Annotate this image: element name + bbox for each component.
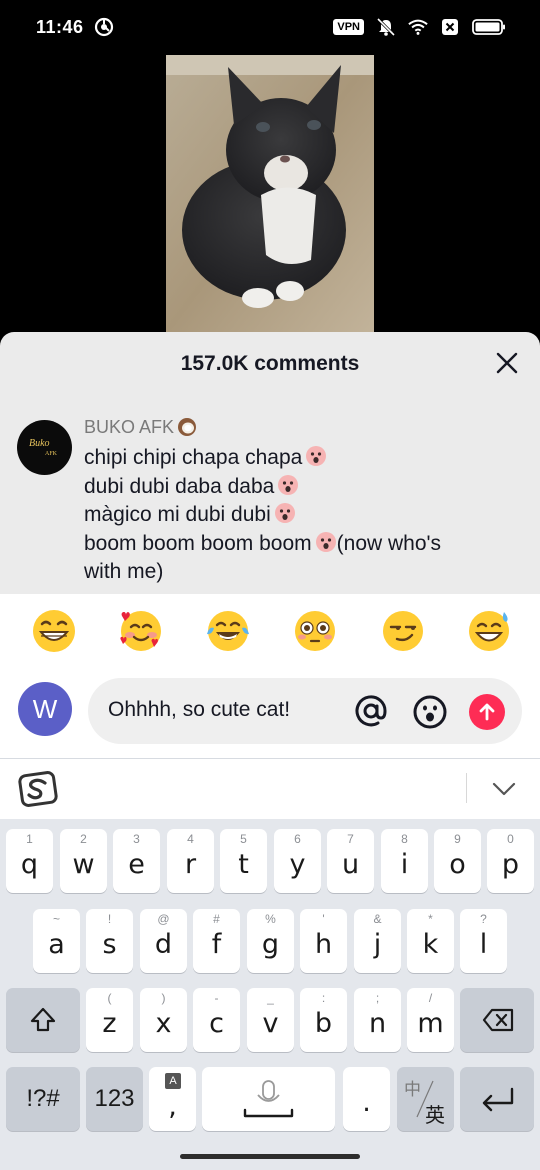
battery-icon: [472, 19, 505, 35]
key-x[interactable]: ) x: [140, 988, 187, 1052]
grinning-emoji-button[interactable]: [31, 608, 77, 654]
comment-author[interactable]: BUKO AFK: [84, 416, 198, 438]
key-f[interactable]: # f: [193, 909, 240, 973]
comment-author-name: BUKO AFK: [84, 416, 175, 437]
status-time: 11:46: [36, 17, 84, 37]
tears-of-joy-emoji-button[interactable]: [205, 608, 251, 654]
key-t[interactable]: 5t: [220, 829, 267, 893]
comment-composer: W Ohhhh, so cute cat!: [0, 594, 540, 758]
comment-line: with me): [84, 560, 164, 584]
surprised-face-icon: [306, 446, 327, 466]
comment-text: chipi chipi chapa chapa dubi dubi daba d…: [84, 444, 514, 587]
key-m[interactable]: / m: [407, 988, 454, 1052]
key-r[interactable]: 4r: [167, 829, 214, 893]
key-n[interactable]: ; n: [354, 988, 401, 1052]
status-icons: VPN: [333, 18, 506, 36]
key-e[interactable]: 3e: [113, 829, 160, 893]
language-switch-key[interactable]: 中 英: [397, 1067, 454, 1131]
comment-input-value[interactable]: Ohhhh, so cute cat!: [108, 698, 290, 722]
mute-icon: [376, 18, 396, 36]
wifi-icon: [408, 19, 428, 35]
arrow-up-icon: [479, 703, 495, 721]
space-key[interactable]: [202, 1067, 335, 1131]
commenter-avatar[interactable]: Buko AFK: [17, 420, 72, 475]
key-h[interactable]: ' h: [300, 909, 347, 973]
send-button[interactable]: [469, 694, 505, 730]
shift-key[interactable]: [6, 988, 80, 1052]
sweat-smile-emoji-button[interactable]: [466, 608, 512, 654]
key-p[interactable]: 0p: [487, 829, 534, 893]
period-key[interactable]: .: [343, 1067, 390, 1131]
key-c[interactable]: -c: [193, 988, 240, 1052]
smiling-hearts-emoji-button[interactable]: [118, 608, 164, 654]
buko-afk-logo: Buko AFK: [29, 438, 58, 457]
key-q[interactable]: 1q: [6, 829, 53, 893]
backspace-icon: [482, 1008, 514, 1032]
enter-icon: [482, 1087, 514, 1112]
status-bar: 11:46 VPN: [0, 0, 540, 56]
app-notification-icon: [94, 17, 114, 37]
keyboard-keys: 1q 2w 3e 4r 5t 6y 7u 8i 9o 0p ~ a ! s @ d #…: [0, 819, 540, 1170]
sogou-logo-icon[interactable]: [18, 769, 58, 809]
symbols-key[interactable]: !?#: [6, 1067, 80, 1131]
key-z[interactable]: (z: [86, 988, 133, 1052]
comment-line: dubi dubi daba daba: [84, 473, 514, 502]
mention-icon[interactable]: [354, 694, 388, 728]
emoji-picker-icon[interactable]: [412, 694, 448, 730]
key-v[interactable]: _ v: [247, 988, 294, 1052]
vpn-icon: VPN: [333, 19, 364, 35]
surprised-face-icon: [315, 531, 336, 552]
home-indicator[interactable]: [180, 1154, 360, 1159]
toolbar-divider: [466, 773, 467, 803]
sim-off-icon: [442, 19, 458, 35]
quick-emoji-row: [0, 608, 540, 658]
key-k[interactable]: * k: [407, 909, 454, 973]
close-icon[interactable]: [496, 352, 518, 374]
coconut-icon: [178, 418, 197, 436]
key-u[interactable]: 7u: [327, 829, 374, 893]
enter-key[interactable]: [460, 1067, 534, 1131]
flushed-emoji-button[interactable]: [292, 608, 338, 654]
key-y[interactable]: 6y: [274, 829, 321, 893]
chevron-down-icon[interactable]: [492, 781, 516, 797]
key-a[interactable]: ~ a: [33, 909, 80, 973]
key-b[interactable]: :b: [300, 988, 347, 1052]
surprised-face-icon: [278, 474, 299, 495]
numbers-key[interactable]: 123: [86, 1067, 143, 1131]
comment-line: chipi chipi chapa chapa: [84, 444, 514, 473]
lang-english-label: 英: [425, 1103, 445, 1127]
shift-icon: [30, 1007, 56, 1032]
key-i[interactable]: 8i: [381, 829, 428, 893]
smirking-emoji-button[interactable]: [380, 608, 426, 654]
microphone-icon: [243, 1080, 294, 1118]
backspace-key[interactable]: [460, 988, 534, 1052]
key-o[interactable]: 9o: [434, 829, 481, 893]
key-g[interactable]: % g: [247, 909, 294, 973]
comment-line: boom boom boom boom (now who's: [84, 531, 442, 555]
kitten-video-frame: [166, 55, 374, 333]
surprised-face-icon: [274, 503, 295, 524]
svg-text:Buko: Buko: [29, 438, 50, 449]
video-player[interactable]: [166, 55, 374, 333]
key-l[interactable]: ? l: [460, 909, 507, 973]
comment-input[interactable]: Ohhhh, so cute cat!: [88, 678, 522, 744]
keyboard-toolbar: [0, 759, 540, 819]
comments-count-title: 157.0K comments: [180, 352, 360, 375]
caps-hint-badge: A: [165, 1073, 181, 1089]
comments-sheet: 157.0K comments Buko AFK BUKO AFK chipi …: [0, 332, 540, 594]
user-avatar: W: [18, 682, 72, 736]
key-j[interactable]: & j: [354, 909, 401, 973]
comment-line: màgico mi dubi dubi: [84, 501, 514, 530]
comma-key[interactable]: A ,: [149, 1067, 196, 1131]
soft-keyboard: 1q 2w 3e 4r 5t 6y 7u 8i 9o 0p ~ a ! s @ d #…: [0, 758, 540, 1170]
key-d[interactable]: @ d: [140, 909, 187, 973]
key-s[interactable]: ! s: [86, 909, 133, 973]
svg-text:AFK: AFK: [45, 451, 58, 457]
key-w[interactable]: 2w: [60, 829, 107, 893]
